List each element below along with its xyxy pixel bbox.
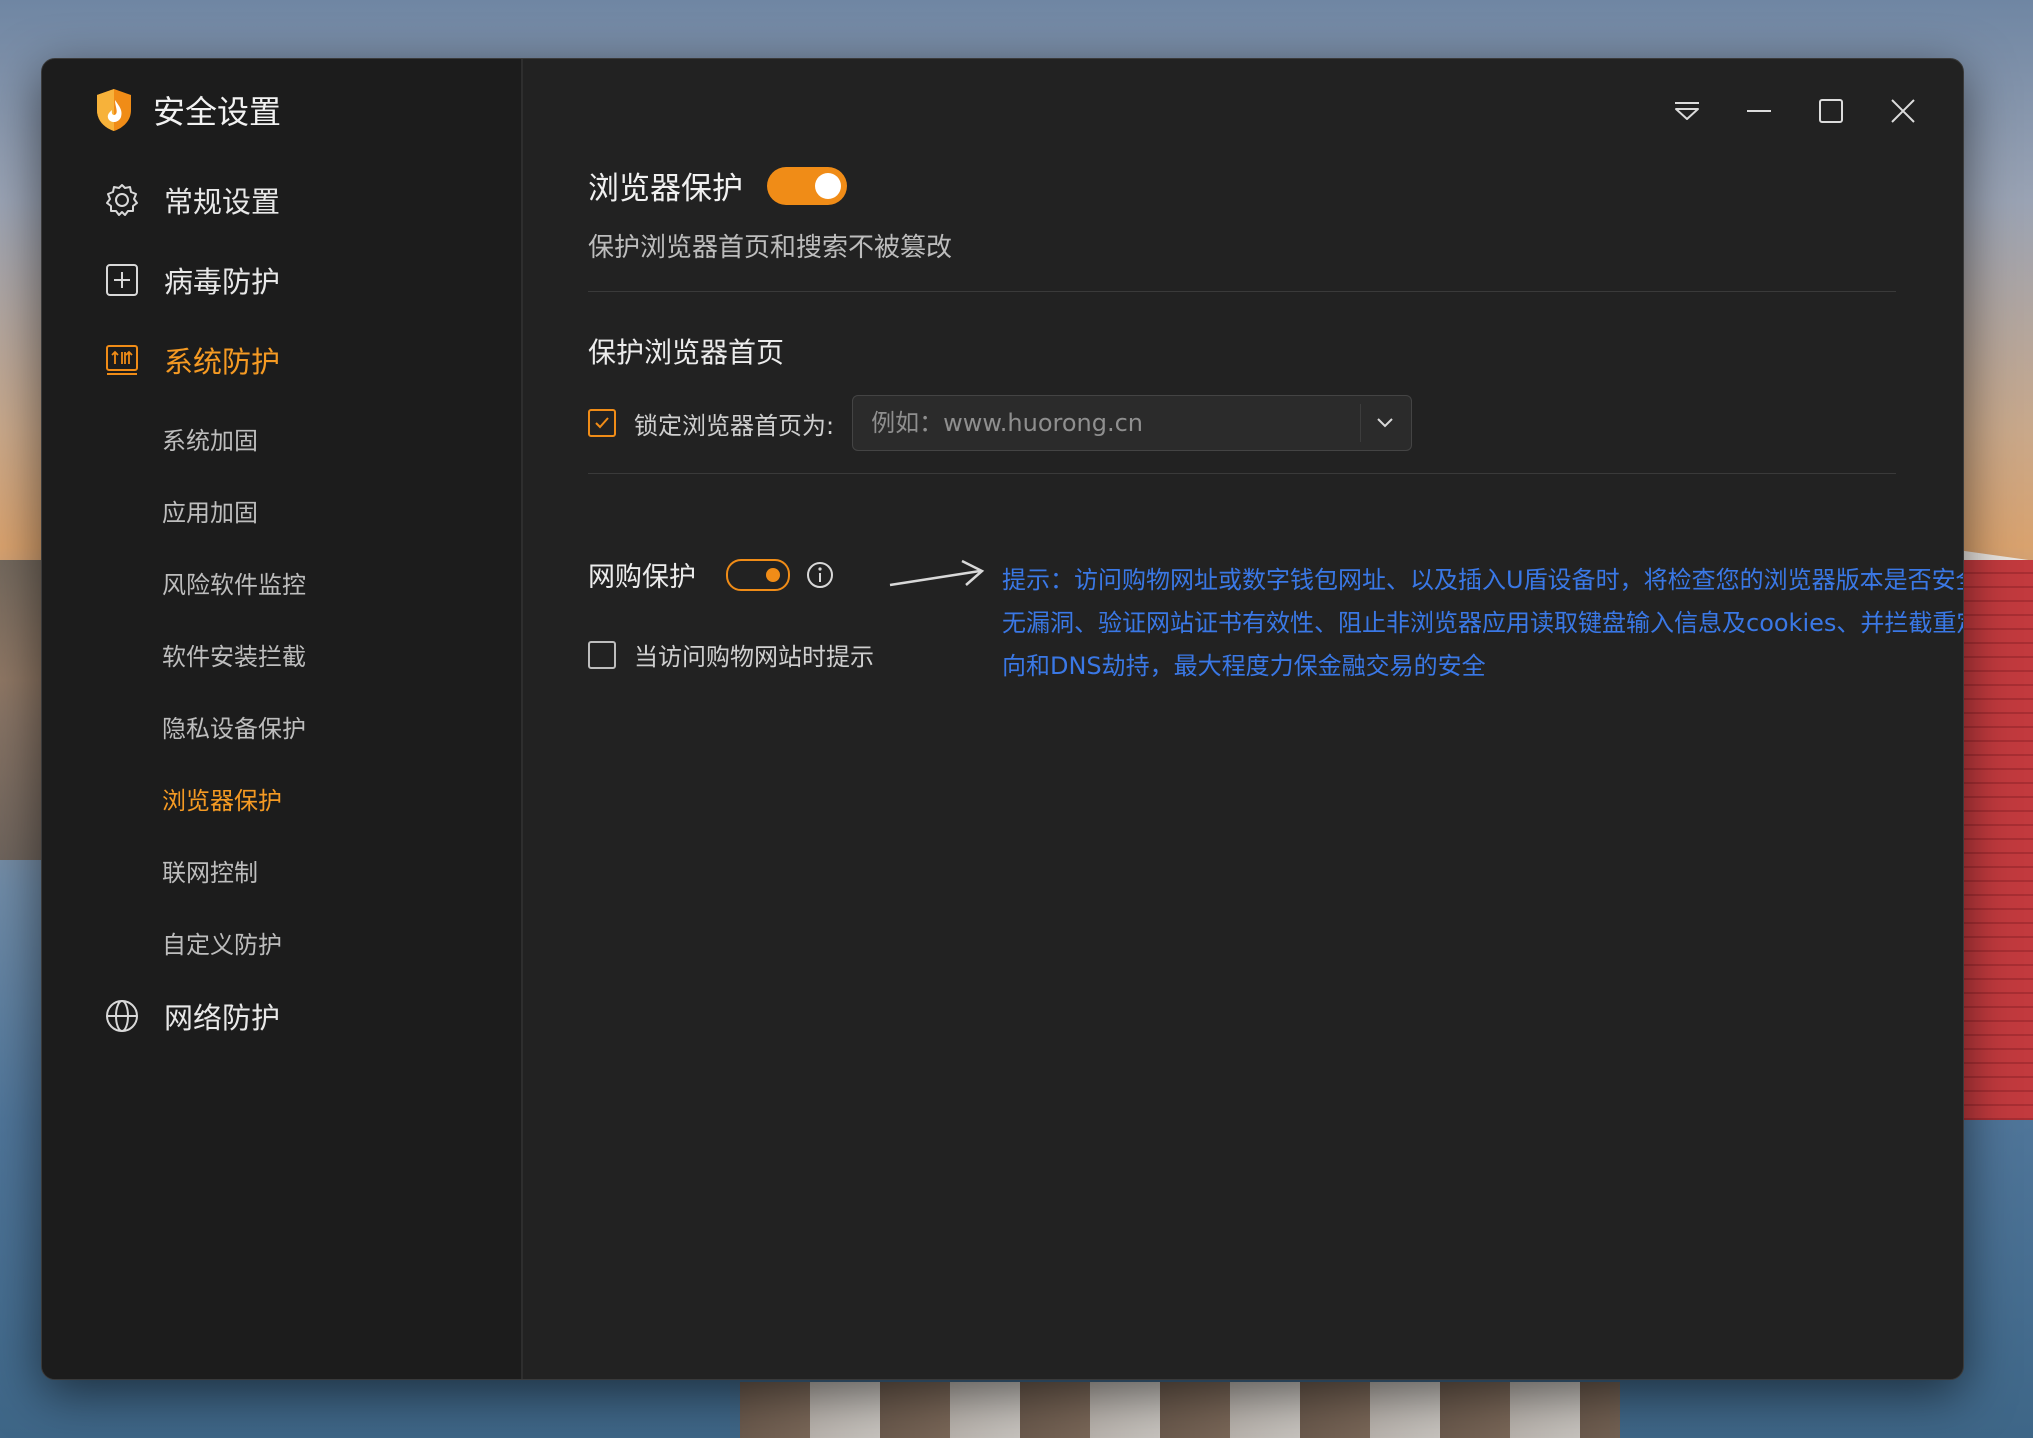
sidebar-item-virus[interactable]: 病毒防护 — [104, 259, 280, 301]
divider — [588, 291, 1896, 292]
sidebar-subitem-system-hardening[interactable]: 系统加固 — [162, 421, 258, 456]
shopping-protect-toggle[interactable] — [726, 558, 790, 591]
sidebar-item-label: 网络防护 — [164, 1001, 281, 1035]
page-description: 保护浏览器首页和搜索不被篡改 — [588, 233, 953, 263]
sidebar-item-network[interactable]: 网络防护 — [104, 995, 280, 1037]
gear-icon — [106, 184, 138, 216]
sidebar-subitem-install-block[interactable]: 软件安装拦截 — [162, 637, 306, 672]
homepage-section-title: 保护浏览器首页 — [588, 336, 785, 369]
chevron-down-icon[interactable] — [1373, 410, 1397, 434]
shopping-section-title: 网购保护 — [588, 562, 696, 593]
system-protect-icon — [106, 345, 138, 375]
background-dock — [740, 1382, 1620, 1438]
shopping-prompt-row: 当访问购物网站时提示 — [588, 637, 874, 672]
lock-homepage-label: 锁定浏览器首页为: — [634, 411, 835, 440]
sidebar-subitem-custom-protect[interactable]: 自定义防护 — [162, 925, 282, 960]
sidebar-subitem-app-hardening[interactable]: 应用加固 — [162, 493, 258, 528]
huorong-logo-icon — [97, 89, 131, 131]
sidebar-subitem-network-control[interactable]: 联网控制 — [162, 853, 258, 888]
sidebar-item-label: 系统防护 — [164, 345, 281, 379]
sidebar-item-label: 病毒防护 — [164, 265, 281, 299]
combobox-separator — [1360, 404, 1362, 442]
divider — [588, 473, 1896, 474]
sidebar-item-general[interactable]: 常规设置 — [104, 179, 280, 221]
sidebar-subitem-browser-protect[interactable]: 浏览器保护 — [162, 781, 282, 816]
homepage-url-input[interactable] — [853, 408, 1334, 438]
background-red-house — [1963, 560, 2033, 1120]
app-title-label: 安全设置 — [153, 93, 282, 131]
main-content: 浏览器保护 保护浏览器首页和搜索不被篡改 保护浏览器首页 锁定浏览器首页为: 例… — [588, 59, 1963, 1379]
plus-box-icon — [106, 264, 138, 296]
sidebar-subitem-privacy-device[interactable]: 隐私设备保护 — [162, 709, 306, 744]
shopping-prompt-checkbox[interactable] — [588, 640, 616, 669]
lock-homepage-checkbox[interactable] — [588, 409, 616, 437]
globe-icon — [106, 1000, 138, 1032]
check-icon — [595, 417, 609, 429]
browser-protect-toggle[interactable] — [767, 166, 847, 205]
settings-window: 安全设置 常规设置 病毒防护 系统防护 系统加固 应用加固 风险软件监控 软件安… — [41, 58, 1964, 1380]
info-icon[interactable] — [806, 561, 834, 589]
lock-homepage-row: 锁定浏览器首页为: — [588, 395, 1413, 451]
arrow-right-icon — [889, 559, 985, 587]
shopping-hint-text: 提示：访问购物网址或数字钱包网址、以及插入U盾设备时，将检查您的浏览器版本是否安… — [1002, 566, 1964, 680]
app-title: 安全设置 — [95, 87, 281, 133]
shopping-protect-row: 网购保护 — [588, 555, 834, 594]
shopping-prompt-label: 当访问购物网站时提示 — [634, 643, 874, 671]
sidebar-item-label: 常规设置 — [164, 185, 281, 219]
sidebar-subitem-risk-software[interactable]: 风险软件监控 — [162, 565, 306, 600]
homepage-url-combobox[interactable] — [852, 395, 1413, 451]
sidebar-item-system[interactable]: 系统防护 — [104, 339, 280, 381]
browser-protect-header: 浏览器保护 — [588, 163, 847, 208]
sidebar: 安全设置 常规设置 病毒防护 系统防护 系统加固 应用加固 风险软件监控 软件安… — [42, 59, 523, 1379]
page-title: 浏览器保护 — [588, 171, 743, 207]
